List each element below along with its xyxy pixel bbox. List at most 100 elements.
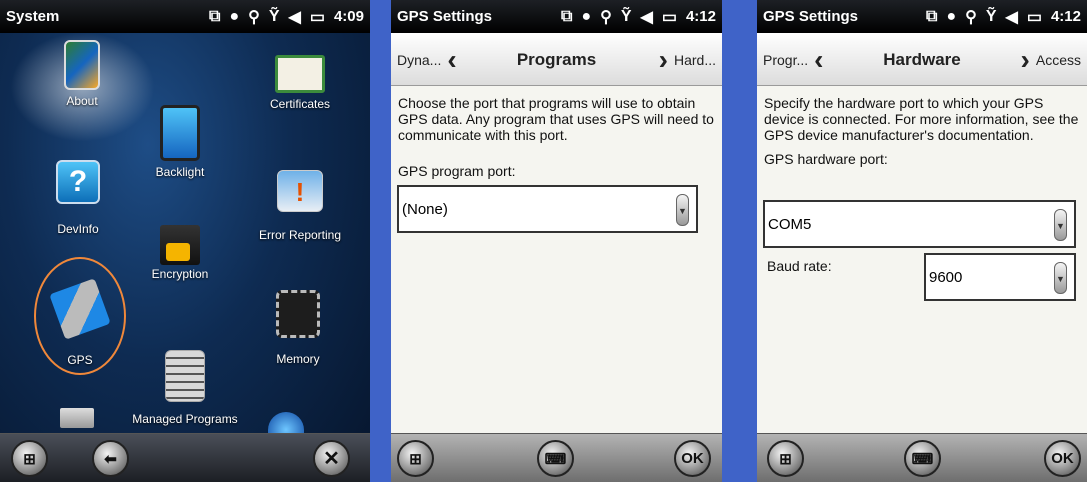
start-button[interactable]: ⊞ <box>397 440 434 477</box>
memory-chip-icon <box>276 290 320 338</box>
baud-rate-value: 9600 <box>929 268 963 286</box>
gps-signal-icon[interactable]: ⚲ <box>965 7 977 27</box>
gps-signal-icon[interactable]: ⚲ <box>248 7 260 27</box>
gps-programs-screen: GPS Settings ⧉ ● ⚲ Ỹ ◀ ▭ 4:12 Dyna... ‹ … <box>391 0 722 482</box>
bottom-bar: ⊞ ⌨ OK <box>391 433 722 482</box>
windows-icon: ⊞ <box>23 450 36 468</box>
notification-icon[interactable]: ● <box>946 8 956 26</box>
notification-icon[interactable]: ● <box>581 8 591 26</box>
bottom-bar: ⊞ ⌨ OK <box>757 433 1087 482</box>
globe-icon[interactable] <box>268 412 304 434</box>
status-bar: System ⧉ ● ⚲ Ỹ ◀ ▭ 4:09 <box>0 0 370 33</box>
volume-icon[interactable]: ◀ <box>1006 7 1018 27</box>
frame-divider <box>370 0 391 482</box>
description-text: Choose the port that programs will use t… <box>398 95 714 143</box>
battery-icon[interactable]: ▭ <box>1027 7 1042 27</box>
app-devinfo[interactable]: ? DevInfo <box>38 160 118 236</box>
close-button[interactable]: ✕ <box>313 440 350 477</box>
battery-icon[interactable]: ▭ <box>662 7 677 27</box>
connectivity-icon[interactable]: ⧉ <box>926 8 937 26</box>
start-button[interactable]: ⊞ <box>11 440 48 477</box>
app-backlight[interactable]: Backlight <box>140 105 220 179</box>
clock[interactable]: 4:12 <box>1051 8 1081 25</box>
signal-icon[interactable]: Ỹ <box>621 8 632 26</box>
app-encryption[interactable]: Encryption <box>140 225 220 281</box>
program-port-label: GPS program port: <box>398 163 516 179</box>
system-screen: System ⧉ ● ⚲ Ỹ ◀ ▭ 4:09 About Certificat… <box>0 0 370 482</box>
back-arrow-icon: ⬅ <box>104 450 117 468</box>
frame-divider <box>722 0 757 482</box>
hardware-port-value: COM5 <box>768 215 812 233</box>
keyboard-icon: ⌨ <box>544 450 567 468</box>
settings-content: Choose the port that programs will use t… <box>398 95 715 179</box>
ok-button[interactable]: OK <box>674 440 711 477</box>
prev-tab-label: Progr... <box>763 51 809 68</box>
battery-icon[interactable]: ▭ <box>310 7 325 27</box>
hardware-port-select[interactable]: COM5 ▼ <box>763 200 1076 248</box>
ok-button[interactable]: OK <box>1044 440 1081 477</box>
help-icon: ? <box>56 160 100 204</box>
keyboard-icon: ⌨ <box>911 450 934 468</box>
next-tab-label: Access <box>1035 51 1081 68</box>
nav-next-tab[interactable]: › Access <box>1021 33 1081 86</box>
gps-signal-icon[interactable]: ⚲ <box>600 7 612 27</box>
notification-icon[interactable]: ● <box>229 8 239 26</box>
building-icon <box>165 350 205 402</box>
connectivity-icon[interactable]: ⧉ <box>561 8 572 26</box>
status-title: GPS Settings <box>763 8 859 25</box>
close-icon: ✕ <box>323 448 340 470</box>
clock[interactable]: 4:09 <box>334 8 364 25</box>
back-button[interactable]: ⬅ <box>92 440 129 477</box>
hardware-port-label: GPS hardware port: <box>764 151 888 167</box>
baud-rate-label: Baud rate: <box>767 258 832 274</box>
chevron-left-icon: ‹ <box>447 43 457 75</box>
nav-next-tab[interactable]: › Hard... <box>659 33 716 86</box>
connectivity-icon[interactable]: ⧉ <box>209 8 220 26</box>
app-error-reporting[interactable]: ! Error Reporting <box>240 170 360 242</box>
app-managed-programs[interactable]: Managed Programs <box>125 350 245 426</box>
settings-content: Specify the hardware port to which your … <box>764 95 1080 167</box>
dropdown-arrow-icon: ▼ <box>1054 262 1067 294</box>
nav-prev-tab[interactable]: Progr... ‹ <box>763 33 823 86</box>
backlight-icon <box>160 105 200 161</box>
app-certificates[interactable]: Certificates <box>245 55 355 111</box>
chevron-right-icon: › <box>1020 43 1030 75</box>
next-tab-label: Hard... <box>673 51 716 68</box>
volume-icon[interactable]: ◀ <box>641 7 653 27</box>
keyboard-button[interactable]: ⌨ <box>537 440 574 477</box>
keyboard-button[interactable]: ⌨ <box>904 440 941 477</box>
about-icon <box>64 40 100 90</box>
windows-icon: ⊞ <box>779 450 792 468</box>
partial-app-icon[interactable] <box>60 408 94 428</box>
status-title: GPS Settings <box>397 8 493 25</box>
status-title: System <box>6 8 60 25</box>
volume-icon[interactable]: ◀ <box>289 7 301 27</box>
program-port-select[interactable]: (None) ▼ <box>397 185 698 233</box>
certificate-icon <box>275 55 325 93</box>
bottom-bar: ⊞ ⬅ ✕ <box>0 433 370 482</box>
start-button[interactable]: ⊞ <box>767 440 804 477</box>
app-about[interactable]: About <box>42 40 122 108</box>
chevron-left-icon: ‹ <box>814 43 824 75</box>
signal-icon[interactable]: Ỹ <box>986 8 997 26</box>
prev-tab-label: Dyna... <box>397 51 442 68</box>
clock[interactable]: 4:12 <box>686 8 716 25</box>
error-report-icon: ! <box>277 170 323 212</box>
gps-hardware-screen: GPS Settings ⧉ ● ⚲ Ỹ ◀ ▭ 4:12 Progr... ‹… <box>757 0 1087 482</box>
chevron-right-icon: › <box>658 43 668 75</box>
nav-prev-tab[interactable]: Dyna... ‹ <box>397 33 457 86</box>
dropdown-arrow-icon: ▼ <box>1054 209 1067 241</box>
app-gps[interactable]: GPS <box>40 278 120 367</box>
status-bar: GPS Settings ⧉ ● ⚲ Ỹ ◀ ▭ 4:12 <box>391 0 722 33</box>
settings-nav: Progr... ‹ Hardware › Access <box>757 33 1087 86</box>
signal-icon[interactable]: Ỹ <box>269 8 280 26</box>
dropdown-arrow-icon: ▼ <box>676 194 689 226</box>
settings-nav: Dyna... ‹ Programs › Hard... <box>391 33 722 86</box>
app-memory[interactable]: Memory <box>248 290 348 366</box>
lock-icon <box>160 225 200 265</box>
program-port-value: (None) <box>402 200 448 218</box>
baud-rate-select[interactable]: 9600 ▼ <box>924 253 1076 301</box>
windows-icon: ⊞ <box>409 450 422 468</box>
description-text: Specify the hardware port to which your … <box>764 95 1079 143</box>
satellite-icon <box>49 278 111 340</box>
